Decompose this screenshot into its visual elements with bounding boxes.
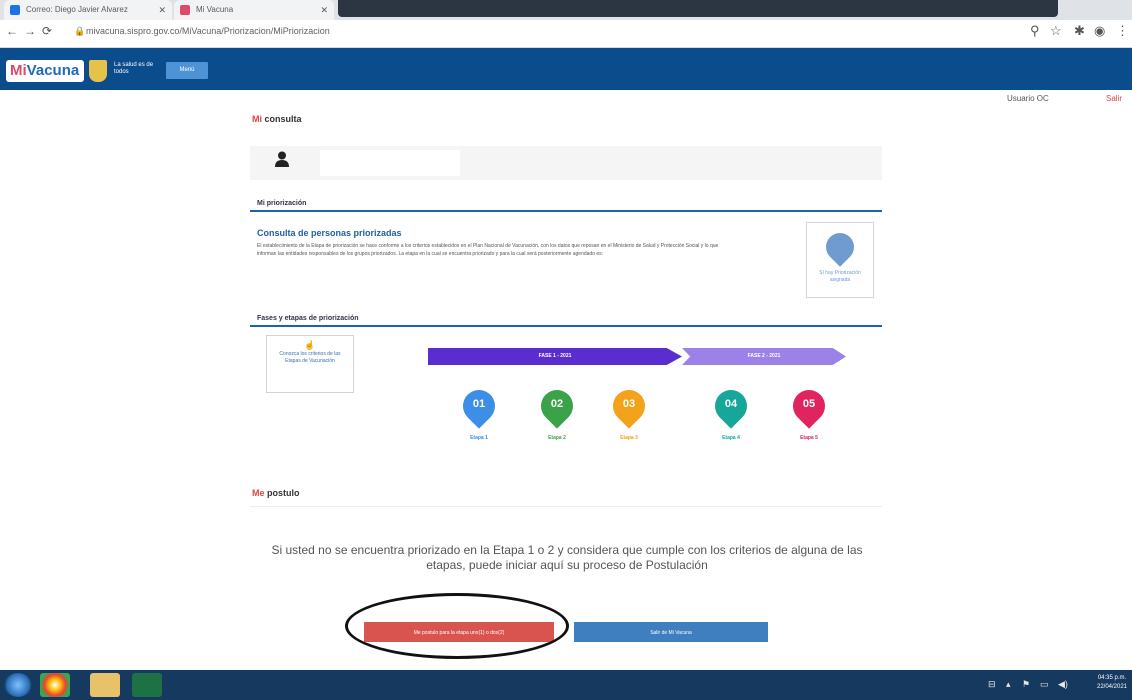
etapa-label[interactable]: Etapa 4 xyxy=(711,435,751,441)
hand-pointer-icon: ☝ xyxy=(304,340,316,350)
postulacion-title: Me postulo xyxy=(252,488,300,498)
etapa-label[interactable]: Etapa 2 xyxy=(537,435,577,441)
forward-icon[interactable]: → xyxy=(24,24,36,38)
clock-date: 22/04/2021 xyxy=(1096,684,1128,690)
windows-taskbar: ⊟ ▴ ⚑ ▭ ◀) 04:35 p.m. 22/04/2021 xyxy=(0,670,1132,700)
priorizacion-title: Consulta de personas priorizadas xyxy=(257,228,402,238)
mivacuna-favicon-icon xyxy=(180,5,190,15)
star-icon[interactable]: ☆ xyxy=(1050,23,1062,39)
clock-time: 04:35 p.m. xyxy=(1097,675,1127,681)
reload-icon[interactable]: ⟳ xyxy=(42,24,52,38)
section-divider xyxy=(250,325,882,327)
fases-section-label: Fases y etapas de priorización xyxy=(257,315,359,322)
title-rest: consulta xyxy=(262,114,302,124)
location-pin-icon xyxy=(820,227,860,267)
section-divider xyxy=(250,210,882,212)
fase-2-banner: FASE 2 - 2021 xyxy=(682,348,846,365)
chrome-taskbar-icon[interactable] xyxy=(40,673,70,697)
profile-icon[interactable]: ◉ xyxy=(1094,23,1105,39)
browser-tab-bar: Correo: Diego Javier Alvarez ✕ Mi Vacuna… xyxy=(0,0,1132,20)
etapa-number: 05 xyxy=(802,398,816,410)
user-name[interactable]: Usuario OC xyxy=(1007,94,1049,103)
logout-link[interactable]: Salir xyxy=(1106,94,1122,103)
priorizacion-section-label: Mi priorización xyxy=(257,200,307,207)
etapa-number: 03 xyxy=(622,398,636,410)
consulta-title: Mi consulta xyxy=(252,114,302,124)
etapa-number: 01 xyxy=(472,398,486,410)
profile-name-area xyxy=(320,150,460,176)
url-field[interactable]: mivacuna.sispro.gov.co/MiVacuna/Prioriza… xyxy=(86,26,330,36)
logo-vacuna: Vacuna xyxy=(26,62,80,79)
highlight-circle-annotation xyxy=(345,593,569,659)
section-divider xyxy=(250,506,882,507)
keyboard-icon[interactable]: ⊟ xyxy=(988,679,996,690)
tab-title: Correo: Diego Javier Alvarez xyxy=(26,5,128,14)
zoom-icon[interactable]: ⚲ xyxy=(1030,23,1040,39)
browser-tab-mivacuna[interactable]: Mi Vacuna ✕ xyxy=(174,0,334,20)
etapa-number: 02 xyxy=(550,398,564,410)
excel-icon[interactable] xyxy=(132,673,162,697)
extensions-icon[interactable]: ✱ xyxy=(1074,23,1085,39)
etapa-label[interactable]: Etapa 1 xyxy=(459,435,499,441)
salir-mivacuna-button[interactable]: Salir de Mi Vacuna xyxy=(574,622,768,642)
user-icon xyxy=(275,151,289,172)
etapa-label[interactable]: Etapa 3 xyxy=(609,435,649,441)
back-icon[interactable]: ← xyxy=(6,24,18,38)
title-initial: Me xyxy=(252,488,265,498)
mail-icon xyxy=(10,5,20,15)
network-icon[interactable]: ▭ xyxy=(1040,679,1049,690)
ministry-slogan: La salud es de todos xyxy=(114,62,154,75)
etapa-number: 04 xyxy=(724,398,738,410)
overlay-video-strip xyxy=(338,0,1058,17)
browser-tab-correo[interactable]: Correo: Diego Javier Alvarez ✕ xyxy=(4,0,172,20)
clock[interactable]: 04:35 p.m. 22/04/2021 xyxy=(1094,674,1130,692)
mivacuna-logo[interactable]: MiVacuna xyxy=(6,60,84,82)
priorizacion-description: El establecimiento de la Etapa de priori… xyxy=(257,243,719,257)
lock-icon: 🔒 xyxy=(74,26,86,36)
menu-dots-icon[interactable]: ⋮ xyxy=(1116,23,1129,39)
file-explorer-icon[interactable] xyxy=(90,673,120,697)
flag-icon[interactable]: ⚑ xyxy=(1022,679,1030,690)
criteria-link-text: Conozca los criterios de las Etapas de V… xyxy=(279,351,341,364)
start-button-icon[interactable] xyxy=(4,673,32,697)
colombia-crest-icon xyxy=(89,60,107,82)
browser-address-bar: ← → ⟳ 🔒 mivacuna.sispro.gov.co/MiVacuna/… xyxy=(0,20,1132,48)
fase-1-banner: FASE 1 - 2021 xyxy=(428,348,682,365)
tab-title: Mi Vacuna xyxy=(196,5,234,14)
postulacion-message: Si usted no se encuentra priorizado en l… xyxy=(271,543,863,572)
close-icon[interactable]: ✕ xyxy=(158,0,166,20)
close-icon[interactable]: ✕ xyxy=(320,0,328,20)
menu-button[interactable]: Menú xyxy=(166,62,208,79)
title-initial: Mi xyxy=(252,114,262,124)
volume-icon[interactable]: ◀) xyxy=(1058,679,1068,690)
logo-mi: Mi xyxy=(10,62,27,79)
criteria-link-card[interactable]: ☝ Conozca los criterios de las Etapas de… xyxy=(266,335,354,393)
priorizacion-status-card[interactable]: Sí hay Priorización asignada xyxy=(806,222,874,298)
show-hidden-icon[interactable]: ▴ xyxy=(1006,679,1011,690)
etapa-label[interactable]: Etapa 5 xyxy=(789,435,829,441)
title-rest: postulo xyxy=(264,488,300,498)
priorizacion-status-text: Sí hay Priorización asignada xyxy=(819,270,861,283)
site-header: MiVacuna La salud es de todos Menú xyxy=(0,48,1132,90)
